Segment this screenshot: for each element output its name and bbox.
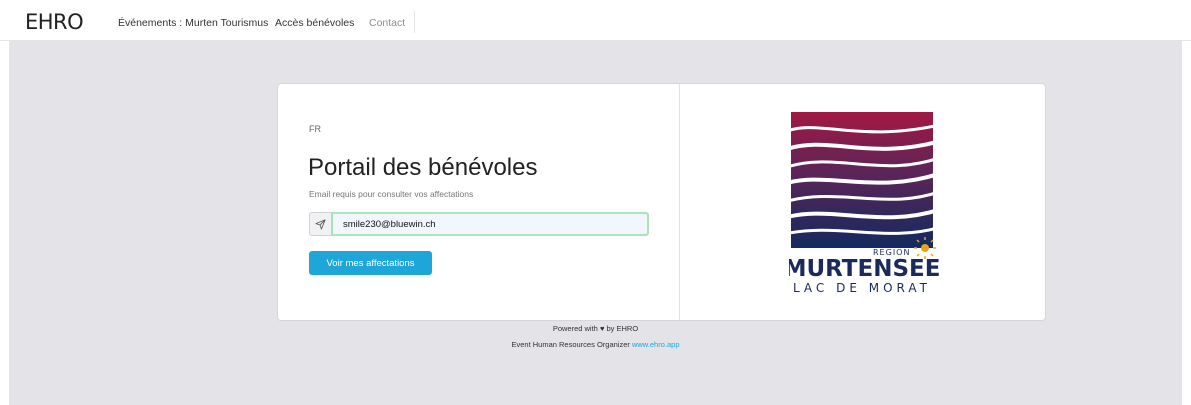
footer-ehro-link[interactable]: www.ehro.app: [632, 340, 680, 349]
card-divider: [679, 84, 680, 320]
nav-link-events[interactable]: Événements : Murten Tourismus: [118, 17, 268, 29]
brand-logo[interactable]: EHRO: [25, 10, 84, 34]
page-title: Portail des bénévoles: [308, 154, 538, 181]
nav-divider: [414, 11, 415, 33]
email-field[interactable]: [331, 212, 649, 236]
footer-powered-suffix: by EHRO: [606, 324, 639, 333]
heart-icon: ♥: [599, 324, 605, 333]
view-assignments-button[interactable]: Voir mes affectations: [309, 251, 432, 275]
nav-link-contact[interactable]: Contact: [369, 17, 405, 29]
footer-organizer-text: Event Human Resources Organizer: [511, 340, 630, 349]
nav-link-volunteer-access[interactable]: Accès bénévoles: [275, 17, 354, 29]
email-addon: [309, 212, 331, 236]
left-gutter: [0, 41, 9, 405]
logo-name: MURTENSEE: [789, 256, 939, 282]
email-input-group: [309, 212, 649, 236]
footer-powered-prefix: Powered with: [552, 324, 598, 333]
page-subtitle: Email requis pour consulter vos affectat…: [309, 189, 474, 199]
top-navbar: EHRO Événements : Murten Tourismus Accès…: [0, 0, 1191, 41]
footer-powered: Powered with ♥ by EHRO: [0, 324, 1191, 333]
footer-organizer: Event Human Resources Organizer www.ehro…: [0, 340, 1191, 349]
language-switcher[interactable]: FR: [309, 124, 321, 134]
logo-subname: LAC DE MORAT: [793, 281, 931, 295]
portal-card: FR Portail des bénévoles Email requis po…: [277, 83, 1046, 321]
right-gutter: [1182, 41, 1191, 405]
murtensee-logo: REGION MURTENSEE LAC DE MORAT: [789, 112, 939, 295]
paper-plane-icon: [315, 219, 326, 229]
